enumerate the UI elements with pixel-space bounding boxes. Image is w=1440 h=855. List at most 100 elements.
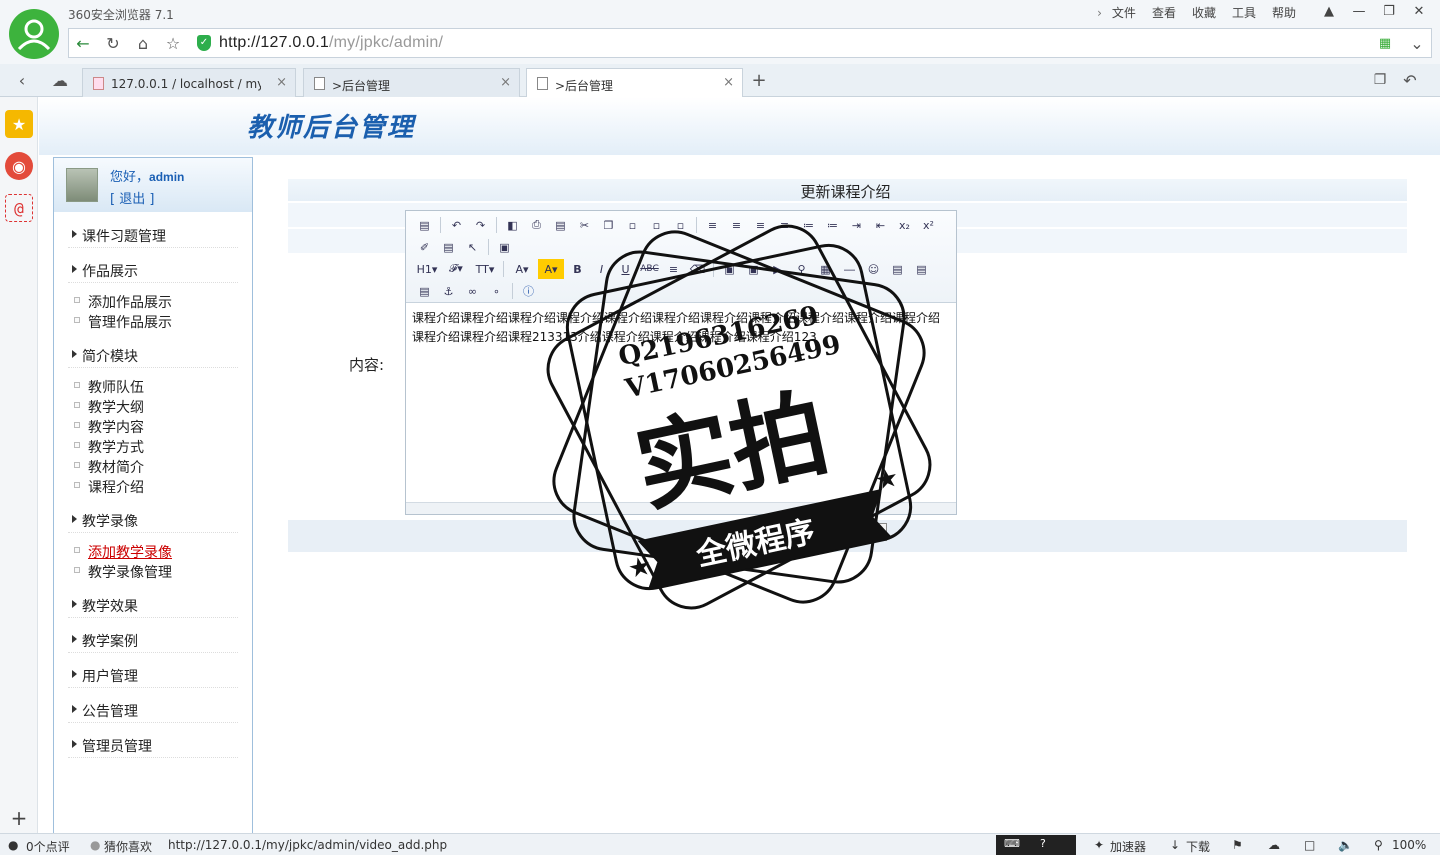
tab-back-icon[interactable]: ‹ [10, 69, 34, 91]
nav-group-videos[interactable]: 教学录像 [68, 509, 238, 533]
unordered-list-icon[interactable]: ≔ [822, 215, 843, 235]
select-all-icon[interactable]: ▤ [438, 237, 459, 257]
highlight-color-icon[interactable]: A▾ [538, 259, 564, 279]
undo-icon[interactable]: ↶ [446, 215, 467, 235]
nav-group-intro[interactable]: 简介模块 [68, 344, 238, 368]
zoom-icon[interactable]: ⚲ [1374, 838, 1383, 852]
nav-group-notices[interactable]: 公告管理 [68, 699, 238, 723]
star-favorite-icon[interactable]: ☆ [161, 32, 185, 54]
qr-code-icon[interactable]: ▦ [1373, 32, 1397, 54]
skin-icon[interactable]: ▲ [1316, 2, 1342, 20]
accelerator-icon[interactable]: ✦ [1094, 838, 1104, 852]
heading-icon[interactable]: H1▾ [414, 259, 440, 279]
cloud-icon[interactable]: ☁ [48, 69, 72, 91]
clear-format-icon[interactable]: ✐ [414, 237, 435, 257]
align-center-icon[interactable]: ≡ [726, 215, 747, 235]
new-tab-button[interactable]: + [747, 69, 771, 91]
nav-group-effects[interactable]: 教学效果 [68, 594, 238, 618]
guess-you-like[interactable]: 猜你喜欢 [104, 838, 152, 855]
chevron-down-icon[interactable]: ⌄ [1405, 32, 1429, 54]
nav-group-works[interactable]: 作品展示 [68, 259, 238, 283]
close-icon[interactable]: × [500, 75, 511, 90]
menu-view[interactable]: 查看 [1146, 4, 1182, 21]
restore-button[interactable]: ❐ [1376, 2, 1402, 20]
comments-icon[interactable]: ● [8, 838, 18, 852]
help-icon[interactable]: ⓘ [518, 281, 539, 301]
editor-resize-handle[interactable] [406, 502, 956, 514]
nav-group-cases[interactable]: 教学案例 [68, 629, 238, 653]
address-input[interactable]: http://127.0.0.1/my/jpkc/admin/ [219, 34, 443, 52]
refresh-icon[interactable]: ↻ [101, 32, 125, 54]
redo-icon[interactable]: ↷ [470, 215, 491, 235]
paste-text-icon[interactable]: ▫ [646, 215, 667, 235]
underline-icon[interactable]: U [615, 259, 636, 279]
zoom-level[interactable]: 100% [1392, 838, 1426, 852]
close-icon[interactable]: × [276, 75, 287, 90]
align-left-icon[interactable]: ≡ [702, 215, 723, 235]
cut-icon[interactable]: ✂ [574, 215, 595, 235]
undo-close-icon[interactable]: ↶ [1398, 69, 1422, 91]
flag-icon[interactable]: ⚑ [1232, 838, 1243, 852]
menu-tools[interactable]: 工具 [1226, 4, 1262, 21]
copy-icon[interactable]: ❐ [598, 215, 619, 235]
page-break-icon[interactable]: ▤ [414, 281, 435, 301]
fullscreen-icon[interactable]: ▣ [494, 237, 515, 257]
add-icon[interactable]: + [5, 804, 33, 832]
ime-toolbar[interactable]: ⌨? [996, 835, 1076, 855]
eraser-icon[interactable]: ⌫ [687, 259, 708, 279]
favorites-star-icon[interactable]: ★ [5, 110, 33, 138]
tab-admin-2-active[interactable]: >后台管理 × [526, 68, 743, 98]
home-icon[interactable]: ⌂ [131, 32, 155, 54]
map-icon[interactable]: ▤ [887, 259, 908, 279]
email-icon[interactable]: @ [5, 194, 33, 222]
accelerator-label[interactable]: 加速器 [1110, 838, 1146, 855]
back-button[interactable]: 返回 [851, 523, 887, 541]
keyboard-icon[interactable]: ⌨ [1004, 837, 1020, 850]
font-family-icon[interactable]: 𝓕▾ [443, 259, 469, 279]
italic-icon[interactable]: I [591, 259, 612, 279]
preview-icon[interactable]: ◧ [502, 215, 523, 235]
minimize-button[interactable]: — [1346, 2, 1372, 20]
media-icon[interactable]: ▶ [767, 259, 788, 279]
link-icon[interactable]: ∞ [462, 281, 483, 301]
nav-group-users[interactable]: 用户管理 [68, 664, 238, 688]
comments-count[interactable]: 0个点评 [26, 838, 70, 855]
paste-icon[interactable]: ▫ [622, 215, 643, 235]
font-color-icon[interactable]: A▾ [509, 259, 535, 279]
close-icon[interactable]: × [723, 75, 734, 90]
anchor-icon[interactable]: ⚓ [438, 281, 459, 301]
window-icon[interactable]: □ [1304, 838, 1315, 852]
editor-content[interactable]: 课程介绍课程介绍课程介绍课程介绍课程介绍课程介绍课程介绍课程介绍课程介绍课程介绍… [412, 309, 950, 347]
strikethrough-icon[interactable]: ABC [639, 259, 660, 279]
line-height-icon[interactable]: ≡ [663, 259, 684, 279]
weibo-icon[interactable]: ◉ [5, 152, 33, 180]
download-label[interactable]: 下载 [1186, 838, 1210, 855]
tab-admin-1[interactable]: >后台管理 × [303, 68, 520, 97]
outdent-icon[interactable]: ⇤ [870, 215, 891, 235]
attachment-icon[interactable]: ⚲ [791, 259, 812, 279]
tab-phpmyadmin[interactable]: 127.0.0.1 / localhost / my_ke × [82, 68, 296, 97]
print-icon[interactable]: ⎙ [526, 215, 547, 235]
paste-word-icon[interactable]: ▫ [670, 215, 691, 235]
indent-icon[interactable]: ⇥ [846, 215, 867, 235]
horizontal-rule-icon[interactable]: ― [839, 259, 860, 279]
superscript-icon[interactable]: x² [918, 215, 939, 235]
chevron-right-icon[interactable]: › [1097, 6, 1102, 20]
menu-favorites[interactable]: 收藏 [1186, 4, 1222, 21]
nav-group-admins[interactable]: 管理员管理 [68, 734, 238, 758]
tab-list-icon[interactable]: ❐ [1368, 69, 1392, 91]
emoticon-icon[interactable]: ☺ [863, 259, 884, 279]
code-icon[interactable]: ▤ [911, 259, 932, 279]
nav-group-courseware[interactable]: 课件习题管理 [68, 224, 238, 248]
download-icon[interactable]: ↓ [1170, 838, 1180, 852]
help-icon[interactable]: ? [1040, 837, 1046, 850]
multi-image-icon[interactable]: ▣ [743, 259, 764, 279]
table-icon[interactable]: ▦ [815, 259, 836, 279]
font-size-icon[interactable]: TT▾ [472, 259, 498, 279]
justify-icon[interactable]: ≡ [774, 215, 795, 235]
menu-help[interactable]: 帮助 [1266, 4, 1302, 21]
network-icon[interactable]: ☁ [1268, 838, 1280, 852]
unlink-icon[interactable]: ∘ [486, 281, 507, 301]
align-right-icon[interactable]: ≡ [750, 215, 771, 235]
back-arrow-icon[interactable]: ← [71, 32, 95, 54]
